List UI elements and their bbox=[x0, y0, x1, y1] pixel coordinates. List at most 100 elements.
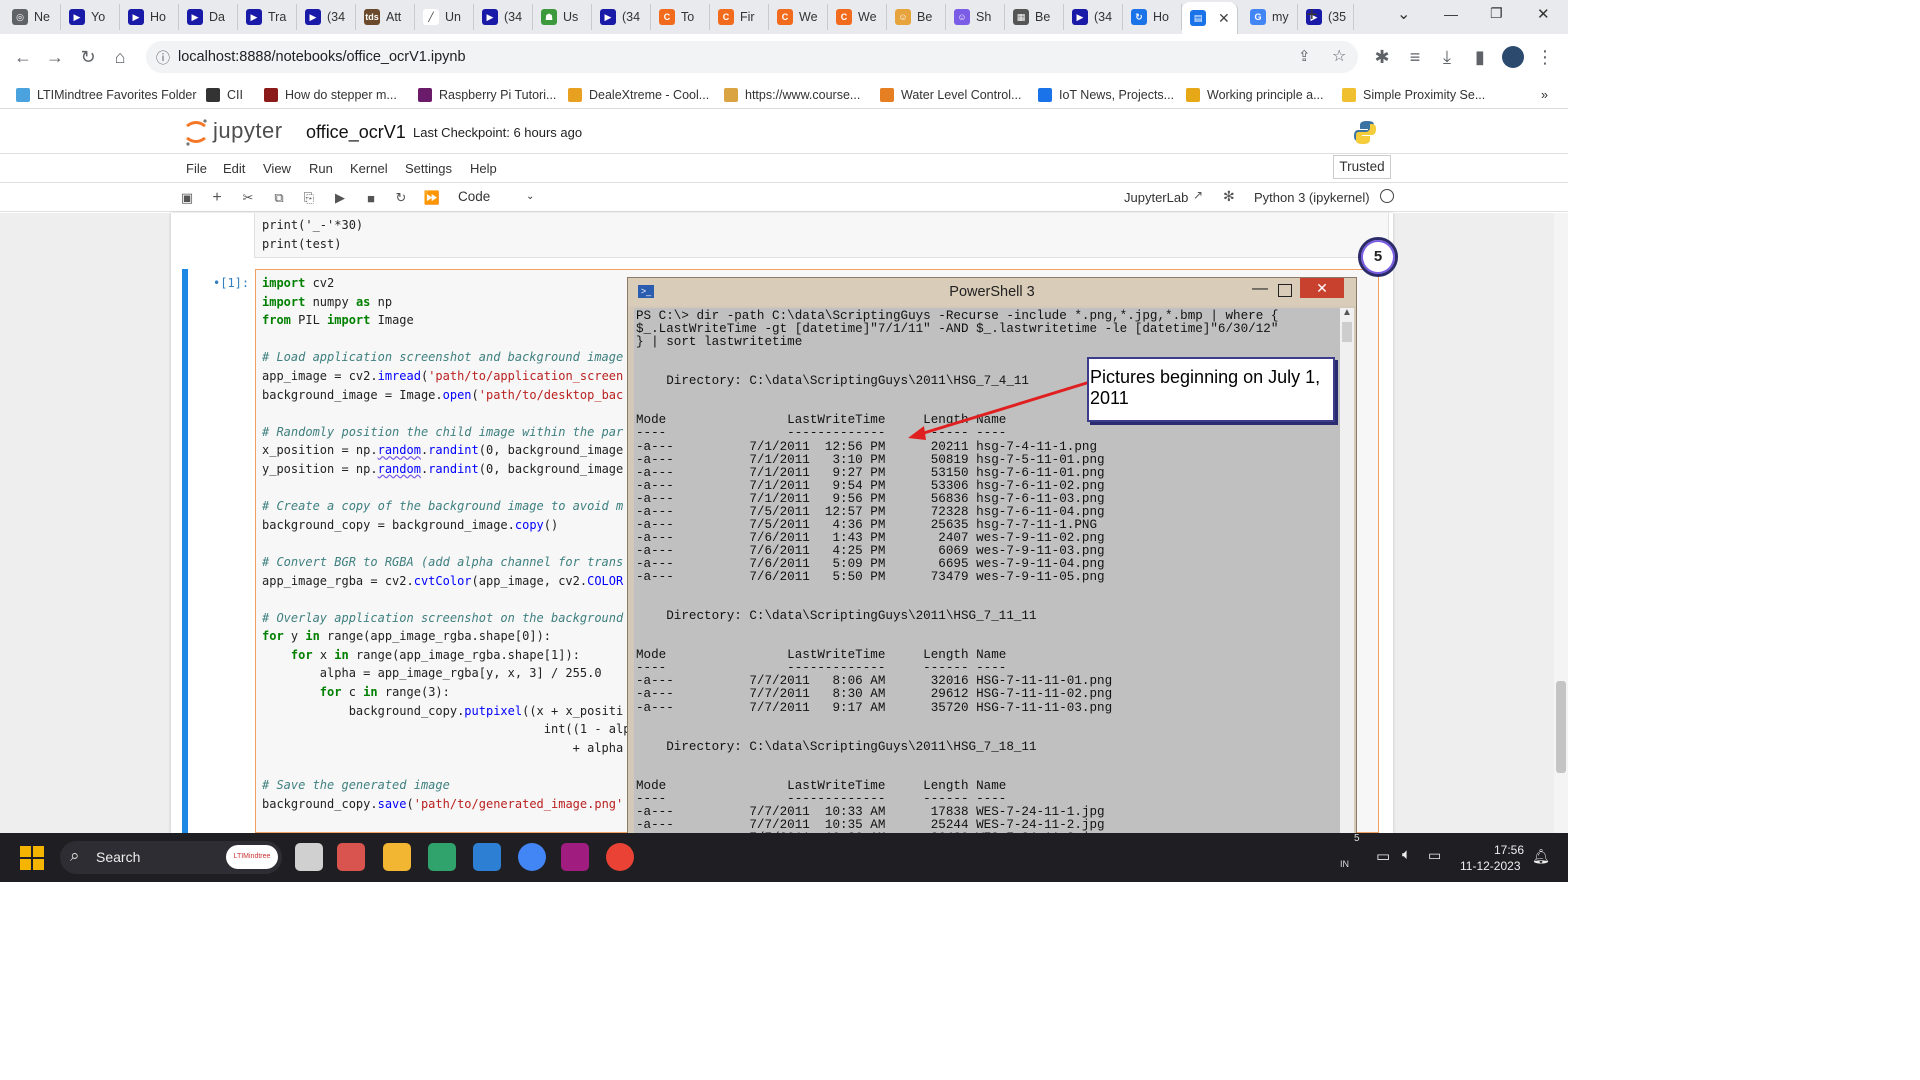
menu-settings[interactable]: Settings bbox=[405, 161, 452, 176]
browser-tab[interactable]: C Fir bbox=[710, 4, 769, 30]
paste-icon[interactable]: ⎘ bbox=[300, 189, 318, 207]
url-text[interactable]: localhost:8888/notebooks/office_ocrV1.ip… bbox=[178, 49, 466, 65]
console-scrollbar[interactable]: ▲ ▼ bbox=[1340, 307, 1354, 857]
bookmark-star-icon[interactable]: ☆ bbox=[1332, 46, 1346, 66]
notifications-bell-icon[interactable]: 🔔︎ bbox=[1532, 848, 1550, 865]
media-control-icon[interactable]: ≡ bbox=[1400, 42, 1430, 72]
menu-file[interactable]: File bbox=[186, 161, 207, 176]
bookmark-item[interactable]: Water Level Control... bbox=[880, 84, 1021, 106]
browser-tab[interactable]: ╱ Un bbox=[415, 4, 474, 30]
bookmark-item[interactable]: IoT News, Projects... bbox=[1038, 84, 1174, 106]
jupyterlab-link[interactable]: JupyterLab bbox=[1124, 190, 1188, 205]
bookmark-item[interactable]: DealeXtreme - Cool... bbox=[568, 84, 709, 106]
browser-tab[interactable]: C We bbox=[769, 4, 828, 30]
browser-tab[interactable]: ◎ Ne bbox=[4, 4, 61, 30]
browser-tab[interactable]: ▶ Da bbox=[179, 4, 238, 30]
debugger-bug-icon[interactable]: ✻ bbox=[1223, 188, 1235, 205]
taskbar-search-box[interactable]: ⌕ Search LTIMindtree bbox=[60, 841, 282, 874]
extensions-icon[interactable]: ✱ bbox=[1367, 42, 1397, 72]
share-icon[interactable]: ⇪ bbox=[1298, 47, 1311, 65]
menu-kernel[interactable]: Kernel bbox=[350, 161, 388, 176]
tab-close-icon[interactable]: ✕ bbox=[1218, 10, 1230, 27]
window-close-icon[interactable]: ✕ bbox=[1537, 5, 1550, 23]
taskbar-app-camera-app-icon[interactable] bbox=[337, 843, 365, 871]
tab-search-icon[interactable]: ⌄ bbox=[1397, 4, 1410, 24]
browser-tab[interactable]: ☺ Be bbox=[887, 4, 946, 30]
restart-icon[interactable]: ↻ bbox=[392, 189, 410, 207]
menu-edit[interactable]: Edit bbox=[223, 161, 245, 176]
browser-tab[interactable]: ☗ Us bbox=[533, 4, 592, 30]
browser-tab[interactable]: ▶ (34 bbox=[474, 4, 533, 30]
clock-date[interactable]: 11-12-2023 bbox=[1460, 859, 1521, 873]
browser-tab[interactable]: Gmy bbox=[1242, 4, 1298, 30]
browser-tab[interactable]: ▶ Tra bbox=[238, 4, 297, 30]
stop-icon[interactable]: ■ bbox=[362, 189, 380, 207]
site-info-icon[interactable]: ⓘ bbox=[156, 48, 170, 68]
bookmark-item[interactable]: Simple Proximity Se... bbox=[1342, 84, 1485, 106]
bookmark-item[interactable]: Working principle a... bbox=[1186, 84, 1324, 106]
browser-tab[interactable]: ▶ Ho bbox=[120, 4, 179, 30]
maximize-icon[interactable] bbox=[1278, 284, 1292, 297]
volume-icon[interactable]: 🔈︎ bbox=[1402, 846, 1411, 863]
insert-cell-icon[interactable]: + bbox=[208, 189, 226, 207]
bookmark-item[interactable]: CII bbox=[206, 84, 243, 106]
run-all-icon[interactable]: ⏩ bbox=[423, 189, 441, 207]
kernel-name[interactable]: Python 3 (ipykernel) bbox=[1254, 190, 1370, 205]
console-scrollbar-thumb[interactable] bbox=[1342, 322, 1352, 342]
menu-run[interactable]: Run bbox=[309, 161, 333, 176]
browser-tab[interactable]: ▶ Yo bbox=[61, 4, 120, 30]
notebook-title[interactable]: office_ocrV1 bbox=[306, 122, 406, 143]
bookmark-item[interactable]: Raspberry Pi Tutori... bbox=[418, 84, 556, 106]
browser-tab[interactable]: ↻ Ho bbox=[1123, 4, 1182, 30]
menu-help[interactable]: Help bbox=[470, 161, 497, 176]
bookmark-item[interactable]: LTIMindtree Favorites Folder bbox=[16, 84, 197, 106]
taskbar-app-task-view-icon[interactable] bbox=[295, 843, 323, 871]
copy-icon[interactable]: ⧉ bbox=[270, 189, 288, 207]
profile-avatar[interactable] bbox=[1502, 46, 1524, 68]
home-icon[interactable]: ⌂ bbox=[105, 42, 135, 72]
scroll-up-icon[interactable]: ▲ bbox=[1342, 307, 1352, 318]
taskbar-app-chrome-icon[interactable] bbox=[518, 843, 546, 871]
browser-tab[interactable]: ▶ (34 bbox=[1064, 4, 1123, 30]
taskbar-app-store-icon[interactable] bbox=[473, 843, 501, 871]
address-bar[interactable]: ⓘ localhost:8888/notebooks/office_ocrV1.… bbox=[146, 41, 1358, 73]
run-icon[interactable]: ▶ bbox=[331, 189, 349, 207]
previous-cell-input[interactable]: print('_-'*30) print(test) bbox=[254, 213, 1389, 258]
cell-type-select[interactable]: Code ⌄ bbox=[452, 186, 540, 208]
network-icon[interactable]: ▭ bbox=[1376, 847, 1390, 865]
browser-tab[interactable]: C To bbox=[651, 4, 710, 30]
menu-view[interactable]: View bbox=[263, 161, 291, 176]
back-icon[interactable]: ← bbox=[8, 42, 38, 72]
notification-badge[interactable]: 5 bbox=[1358, 237, 1398, 277]
new-tab-button[interactable]: + bbox=[1306, 4, 1318, 27]
reload-icon[interactable]: ↻ bbox=[73, 42, 103, 72]
input-language[interactable]: IN bbox=[1340, 859, 1349, 869]
side-panel-icon[interactable]: ▮ bbox=[1465, 42, 1495, 72]
browser-tab[interactable]: ▶ (34 bbox=[297, 4, 356, 30]
save-icon[interactable]: ▣ bbox=[178, 189, 196, 207]
browser-tab[interactable]: ☺ Sh bbox=[946, 4, 1005, 30]
taskbar-app-chrome-active-icon[interactable] bbox=[606, 843, 634, 871]
browser-tab[interactable]: ▶ (34 bbox=[592, 4, 651, 30]
browser-tab-active[interactable]: ▤ ✕ bbox=[1182, 2, 1238, 34]
window-restore-icon[interactable]: ❐ bbox=[1490, 5, 1503, 22]
cut-icon[interactable]: ✂ bbox=[239, 189, 257, 207]
bookmark-item[interactable]: https://www.course... bbox=[724, 84, 860, 106]
browser-menu-icon[interactable]: ⋮ bbox=[1530, 42, 1560, 72]
page-scrollbar-thumb[interactable] bbox=[1556, 681, 1566, 773]
browser-tab[interactable]: tds Att bbox=[356, 4, 415, 30]
browser-tab[interactable]: ▦ Be bbox=[1005, 4, 1064, 30]
download-icon[interactable]: ⤓ bbox=[1432, 42, 1462, 72]
bookmarks-overflow-icon[interactable]: » bbox=[1541, 84, 1548, 106]
bookmark-item[interactable]: How do stepper m... bbox=[264, 84, 397, 106]
clock-time[interactable]: 17:56 bbox=[1494, 843, 1524, 857]
taskbar-app-file-explorer-icon[interactable] bbox=[383, 843, 411, 871]
window-minimize-icon[interactable]: — bbox=[1444, 6, 1458, 22]
taskbar-app-onenote-icon[interactable] bbox=[561, 843, 589, 871]
forward-icon[interactable]: → bbox=[40, 42, 70, 72]
taskbar-app-edge-icon[interactable] bbox=[428, 843, 456, 871]
close-icon[interactable]: ✕ bbox=[1300, 278, 1344, 298]
battery-icon[interactable]: ▭ bbox=[1428, 847, 1441, 864]
windows-start-icon[interactable] bbox=[20, 846, 44, 870]
page-scrollbar[interactable] bbox=[1554, 213, 1568, 833]
